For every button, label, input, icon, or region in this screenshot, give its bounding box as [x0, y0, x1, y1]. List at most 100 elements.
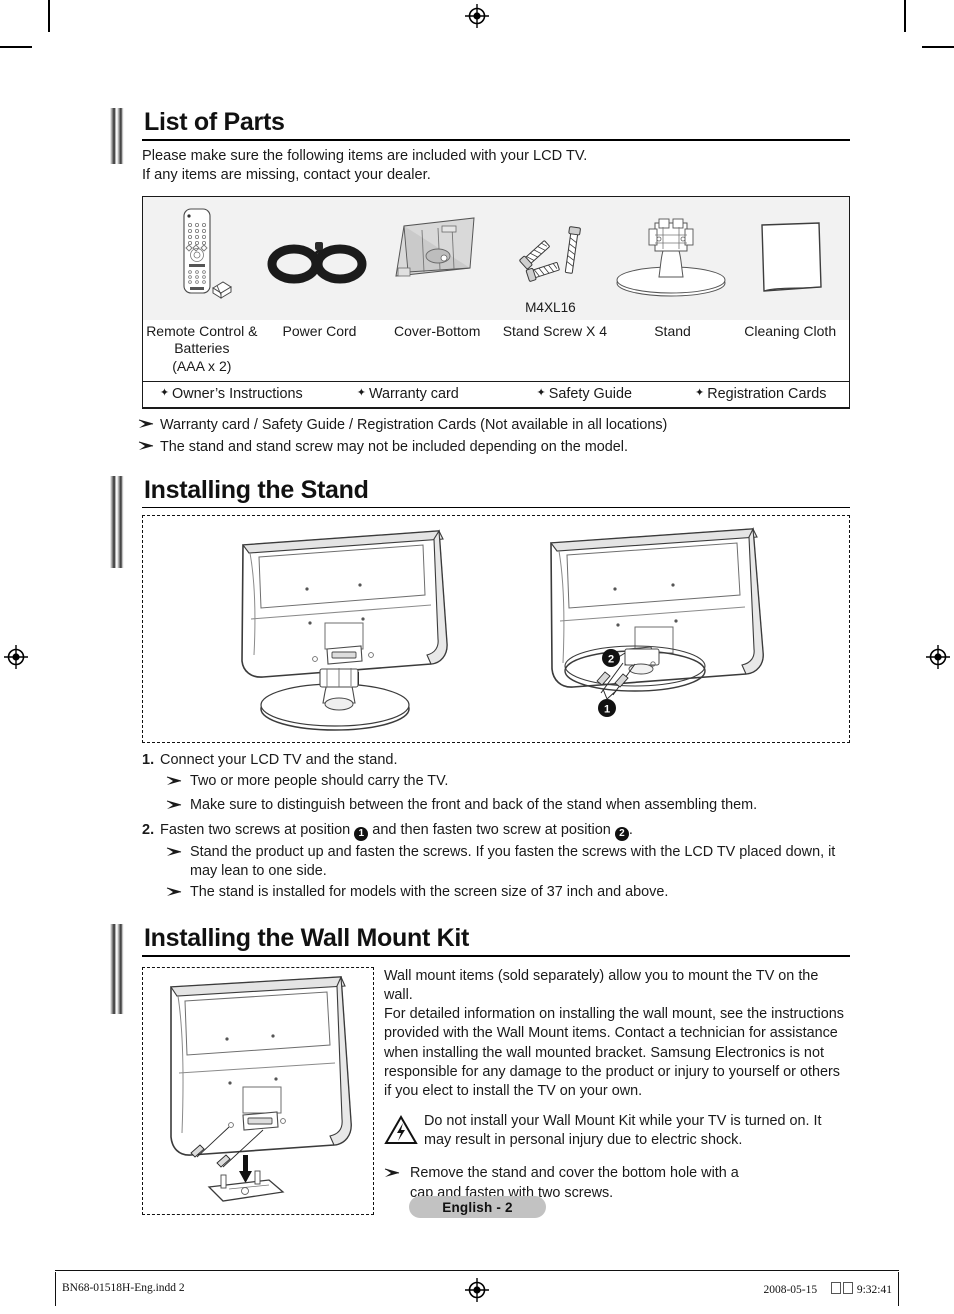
- step-number: 2.: [142, 821, 155, 838]
- step-2: 2. Fasten two screws at position 1 and t…: [142, 821, 850, 841]
- document-label: Warranty card: [368, 386, 459, 403]
- bullet-dot-icon: ✦: [356, 387, 366, 400]
- step-1: 1. Connect your LCD TV and the stand.: [142, 751, 850, 770]
- electric-shock-warning: Do not install your Wall Mount Kit while…: [384, 1112, 850, 1152]
- registration-mark-right-middle: [926, 645, 950, 669]
- part-label-power-cord: Power Cord: [282, 322, 357, 339]
- list-of-parts-notes: Warranty card / Safety Guide / Registrat…: [138, 416, 850, 457]
- parts-illustration-row: M4XL16: [143, 196, 849, 320]
- stand-icon: [616, 218, 726, 297]
- inline-marker-1: 1: [354, 826, 369, 841]
- section-accent-bar: [110, 924, 124, 1015]
- missing-glyph-box: [842, 1282, 853, 1294]
- document-item-warranty-card: ✦ Warranty card: [320, 386, 497, 402]
- step-2-note: Stand the product up and fasten the scre…: [166, 843, 850, 881]
- registration-mark-left-middle: [4, 645, 28, 669]
- step-text-part-a: Fasten two screws at position: [160, 821, 355, 838]
- printed-page: List of Parts Please make sure the follo…: [0, 0, 954, 1314]
- wall-mount-text-block: Wall mount items (sold separately) allow…: [384, 967, 850, 1215]
- part-cell-power-cord: [259, 197, 375, 319]
- warning-text: Do not install your Wall Mount Kit while…: [424, 1113, 822, 1149]
- intro-line-1: Please make sure the following items are…: [142, 147, 588, 164]
- part-cell-remote-control: [143, 197, 259, 319]
- remote-control-icon: [183, 208, 233, 299]
- wall-mount-body: Wall mount items (sold separately) allow…: [142, 966, 850, 1215]
- intro-line-2: If any items are missing, contact your d…: [142, 167, 431, 184]
- part-cell-stand-screw: M4XL16: [492, 197, 608, 319]
- stand-screw-icon: [519, 225, 582, 282]
- step-1-note: Two or more people should carry the TV.: [166, 772, 850, 793]
- crop-mark-top-right-vertical: [904, 0, 906, 32]
- section-title-installing-the-stand: Installing the Stand: [144, 475, 369, 504]
- document-item-safety-guide: ✦ Safety Guide: [496, 386, 673, 402]
- batteries-icon: [212, 281, 233, 299]
- note-text: Warranty card / Safety Guide / Registrat…: [160, 417, 668, 434]
- arrow-bullet-icon: [384, 1164, 410, 1185]
- heading-rule: [142, 955, 850, 957]
- wall-mount-paragraph: Wall mount items (sold separately) allow…: [384, 967, 844, 1100]
- document-label: Owner’s Instructions: [172, 386, 303, 403]
- tv-and-stand-illustration: [240, 529, 448, 731]
- step-text: Fasten two screws at position 1 and then…: [160, 821, 633, 841]
- arrow-bullet-icon: [166, 843, 190, 881]
- page-title: List of Parts: [144, 108, 285, 136]
- section-title-wall-mount-kit: Installing the Wall Mount Kit: [144, 924, 470, 953]
- step-2-note: The stand is installed for models with t…: [166, 883, 850, 904]
- part-cell-stand: [609, 197, 733, 319]
- svg-text:2: 2: [607, 654, 613, 666]
- wall-mount-figure: [142, 966, 374, 1215]
- step-text-part-b: and then fasten two screw at position: [368, 821, 615, 838]
- stand-figure-step-1: [143, 516, 496, 742]
- document-label: Safety Guide: [548, 386, 632, 403]
- inline-marker-2: 2: [614, 826, 629, 841]
- document-label: Registration Cards: [707, 386, 827, 403]
- footer-filename: BN68-01518H-Eng.indd 2: [62, 1282, 185, 1294]
- electric-shock-warning-icon: [384, 1112, 424, 1152]
- cover-bottom-icon: [395, 217, 475, 277]
- section-list-of-parts: List of Parts Please make sure the follo…: [110, 108, 850, 458]
- stand-install-steps: 1. Connect your LCD TV and the stand. Tw…: [142, 751, 850, 904]
- arrow-bullet-icon: [166, 796, 190, 817]
- bullet-dot-icon: ✦: [536, 387, 546, 400]
- part-cell-cover-bottom: [376, 197, 492, 319]
- installing-the-stand-body: 2 1 1. Connect your LCD TV and the stand…: [142, 515, 850, 904]
- heading-rule: [142, 139, 850, 141]
- crop-mark-top-right-horizontal: [922, 46, 954, 48]
- page-content: List of Parts Please make sure the follo…: [110, 108, 850, 1215]
- note-text: The stand is installed for models with t…: [190, 884, 669, 901]
- note-text: Stand the product up and fasten the scre…: [190, 843, 836, 879]
- arrow-bullet-icon: [166, 772, 190, 793]
- step-1-note: Make sure to distinguish between the fro…: [166, 796, 850, 817]
- note-line: The stand and stand screw may not be inc…: [138, 438, 850, 457]
- list-of-parts-body: Please make sure the following items are…: [142, 147, 850, 410]
- parts-panel: M4XL16 Remote Control & Batteries (AAA x…: [142, 195, 850, 410]
- part-cell-cleaning-cloth: [733, 197, 849, 319]
- crop-mark-top-left-horizontal: [0, 46, 32, 48]
- document-item-registration-cards: ✦ Registration Cards: [673, 386, 850, 402]
- missing-glyph-box: [830, 1282, 841, 1294]
- included-documents-row: ✦ Owner’s Instructions ✦ Warranty card ✦ Sa…: [143, 381, 850, 409]
- note-text: Two or more people should carry the TV.: [190, 773, 449, 790]
- footer-timestamp: 2008-05-15 9:32:41: [763, 1282, 892, 1296]
- step-text-part-c: .: [628, 821, 633, 838]
- footer-rule: [55, 1270, 899, 1271]
- section-accent-bar: [110, 475, 124, 568]
- power-cord-icon: [267, 241, 367, 284]
- heading-rule: [142, 506, 850, 508]
- registration-mark-bottom-center: [465, 1278, 489, 1302]
- arrow-bullet-icon: [138, 416, 160, 430]
- footer-tick-right: [898, 1272, 899, 1306]
- stand-installation-figure: 2 1: [142, 515, 850, 743]
- part-label-stand: Stand: [654, 322, 691, 339]
- note-line: Warranty card / Safety Guide / Registrat…: [138, 416, 850, 435]
- tv-remove-stand-illustration: [170, 975, 352, 1202]
- part-label-cleaning-cloth: Cleaning Cloth: [744, 322, 837, 339]
- step-text: Connect your LCD TV and the stand.: [160, 752, 398, 768]
- part-label-cover-bottom: Cover-Bottom: [394, 322, 481, 339]
- step-number: 1.: [142, 752, 155, 768]
- svg-text:1: 1: [603, 704, 609, 716]
- footer-time: 9:32:41: [856, 1284, 892, 1296]
- stand-figure-step-2: 2 1: [496, 516, 849, 742]
- intro-paragraph: Please make sure the following items are…: [142, 147, 850, 186]
- registration-mark-top-center: [465, 4, 489, 28]
